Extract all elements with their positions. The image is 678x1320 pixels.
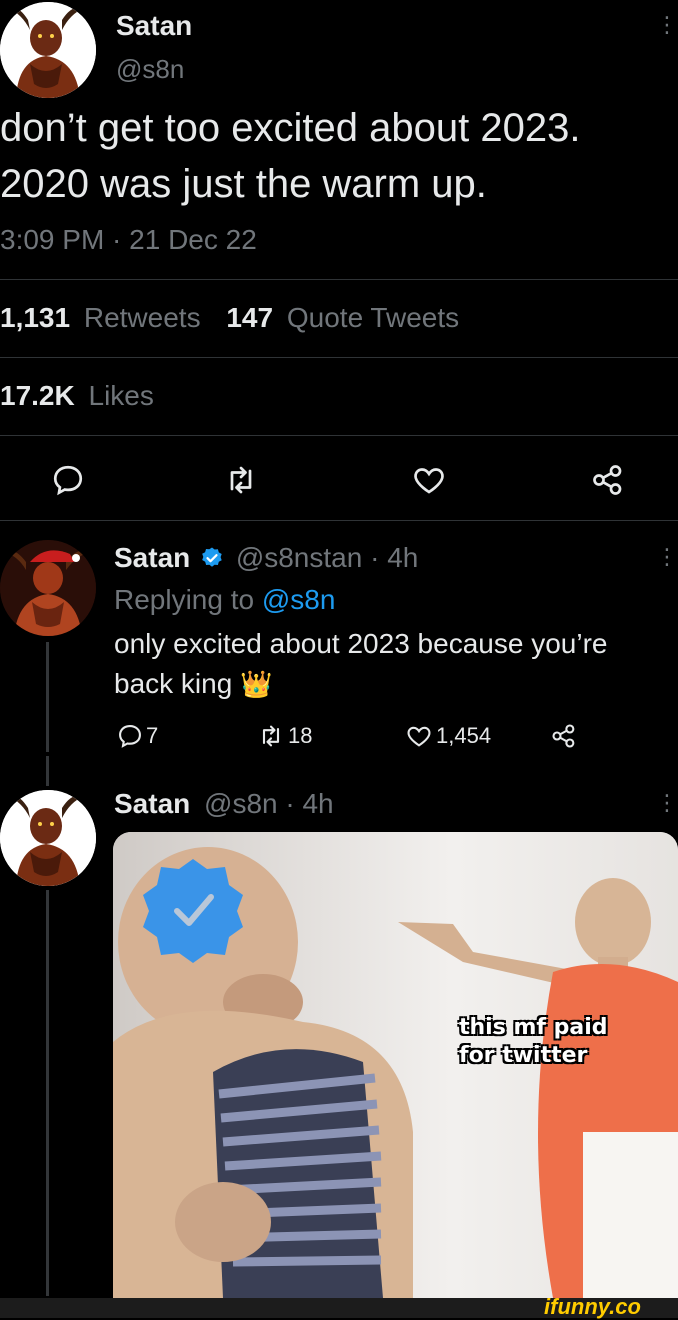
divider (0, 435, 678, 436)
retweet-count-button[interactable]: 18 (256, 722, 312, 750)
share-button[interactable] (590, 462, 626, 503)
reply-text-line-2: back king 👑 (114, 668, 272, 700)
share-icon (593, 465, 622, 495)
quote-tweets-count: 147 (226, 302, 274, 333)
like-button[interactable] (410, 462, 448, 503)
reply-text-line-1: only excited about 2023 because you’re (114, 628, 608, 659)
avatar[interactable] (0, 540, 96, 636)
retweet-count: 18 (288, 723, 313, 748)
display-name[interactable]: Satan (114, 788, 190, 819)
meme-image[interactable]: this mf paid for twitter (113, 832, 678, 1298)
reply-header: Satan @s8nstan · 4h (114, 542, 418, 574)
display-name[interactable]: Satan (114, 542, 190, 573)
timestamp[interactable]: 3:09 PM · 21 Dec 22 (0, 224, 257, 256)
handle[interactable]: @s8n (116, 54, 184, 85)
quote-tweets-label: Quote Tweets (286, 302, 460, 333)
like-count-button[interactable]: 1,454 (404, 722, 491, 750)
likes-label: Likes (88, 380, 154, 411)
likes-count: 17.2K (0, 380, 75, 411)
replying-to-label: Replying to (114, 584, 255, 615)
retweet-button[interactable] (222, 462, 260, 503)
reply-button[interactable] (50, 462, 86, 503)
reply-text-line-2-text: back king (114, 668, 233, 699)
reply-header: Satan @s8n · 4h (114, 788, 334, 820)
divider (0, 357, 678, 358)
avatar[interactable] (0, 790, 96, 886)
retweets-label: Retweets (83, 302, 201, 333)
replying-to-handle[interactable]: @s8n (262, 584, 336, 615)
share-icon (552, 724, 575, 748)
more-options-icon[interactable]: ⋮ (656, 14, 678, 36)
verified-badge-icon (202, 547, 222, 567)
reply-icon (119, 725, 141, 748)
handle-and-time[interactable]: @s8nstan · 4h (236, 542, 419, 573)
divider (0, 520, 678, 521)
thread-line (46, 890, 49, 1296)
display-name[interactable]: Satan (116, 10, 192, 42)
likes-stats[interactable]: 17.2K Likes (0, 380, 154, 412)
like-count: 1,454 (436, 723, 492, 748)
reply-icon (53, 465, 83, 496)
avatar[interactable] (0, 2, 96, 98)
reply-count: 7 (146, 723, 159, 748)
divider (0, 279, 678, 280)
more-options-icon[interactable]: ⋮ (656, 546, 678, 568)
reply-count-button[interactable]: 7 (116, 722, 158, 750)
ifunny-watermark: ifunny.co (544, 1294, 641, 1319)
thread-line (46, 756, 49, 786)
crown-emoji: 👑 (240, 669, 273, 699)
heart-icon (407, 726, 431, 747)
meme-caption-line-1: this mf paid (459, 1015, 608, 1040)
retweet-icon (262, 725, 280, 747)
replying-to: Replying to @s8n (114, 584, 335, 616)
meme-caption: this mf paid for twitter (459, 1014, 608, 1070)
tweet-text-line-1: don’t get too excited about 2023. (0, 106, 581, 150)
retweet-icon (230, 466, 252, 494)
thread-line (46, 642, 49, 752)
retweet-stats[interactable]: 1,131 Retweets 147 Quote Tweets (0, 302, 459, 334)
share-button[interactable] (550, 722, 578, 755)
retweets-count: 1,131 (0, 302, 71, 333)
handle-and-time[interactable]: @s8n · 4h (204, 788, 334, 819)
heart-icon (414, 468, 444, 494)
devil-avatar-icon (0, 2, 96, 98)
tweet-text-line-2: 2020 was just the warm up. (0, 162, 487, 206)
more-options-icon[interactable]: ⋮ (656, 792, 678, 814)
devil-santa-avatar-icon (0, 540, 96, 636)
devil-avatar-icon (0, 790, 96, 886)
meme-caption-line-2: for twitter (459, 1043, 588, 1068)
